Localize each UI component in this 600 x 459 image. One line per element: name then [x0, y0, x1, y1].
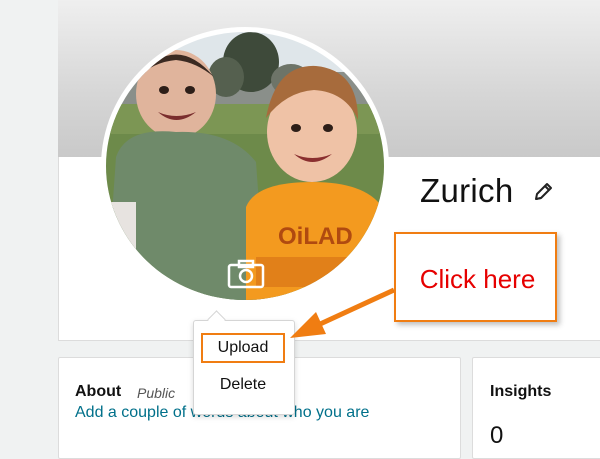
delete-menu-item[interactable]: Delete [201, 372, 285, 398]
about-title: About [75, 383, 122, 400]
insights-title: Insights [490, 383, 552, 400]
pencil-icon [535, 183, 552, 200]
camera-upload-button[interactable] [226, 258, 266, 290]
about-visibility: Public [137, 385, 176, 401]
upload-menu-item[interactable]: Upload [201, 333, 285, 363]
camera-icon [227, 259, 265, 289]
edit-name-button[interactable] [532, 181, 554, 203]
svg-text:OiLAD: OiLAD [278, 223, 353, 250]
insights-count: 0 [490, 422, 504, 449]
callout-text: Click here [419, 263, 536, 294]
annotation-callout: Click here [394, 232, 557, 322]
profile-name: Zurich [420, 172, 514, 209]
page-left-margin [0, 0, 58, 443]
insights-card: Insights 0 [472, 357, 600, 459]
